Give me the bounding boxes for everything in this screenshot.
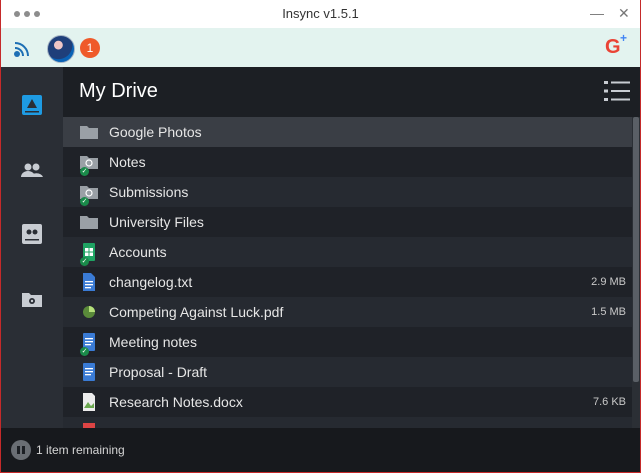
notification-badge[interactable]: 1 xyxy=(80,38,100,58)
image-file-icon xyxy=(83,393,95,411)
shared-drive-icon[interactable] xyxy=(20,222,44,246)
status-bar: 1 item remaining xyxy=(1,428,640,472)
file-row-partial[interactable] xyxy=(63,417,632,428)
file-row[interactable]: Research Notes.docx 7.6 KB xyxy=(63,387,632,417)
file-size: 7.6 KB xyxy=(592,396,626,408)
scrollbar[interactable] xyxy=(632,117,640,428)
file-row[interactable]: University Files xyxy=(63,207,632,237)
file-size: 2.9 MB xyxy=(591,276,626,288)
sync-status-icon[interactable] xyxy=(12,39,32,59)
file-name: University Files xyxy=(109,214,204,230)
sync-status-text: 1 item remaining xyxy=(36,443,125,457)
toolbar: 1 G + xyxy=(1,28,640,68)
file-row[interactable]: Proposal - Draft xyxy=(63,357,632,387)
window-title: Insync v1.5.1 xyxy=(282,6,359,21)
file-name: Research Notes.docx xyxy=(109,394,243,410)
file-row[interactable]: ✓ Notes xyxy=(63,147,632,177)
doc-file-icon xyxy=(83,273,95,291)
file-name: Competing Against Luck.pdf xyxy=(109,304,284,320)
folder-icon xyxy=(80,216,98,229)
list-view-icon[interactable] xyxy=(604,80,630,102)
folder-gear-icon[interactable] xyxy=(20,287,44,311)
sidebar xyxy=(1,67,63,428)
file-name: Accounts xyxy=(109,244,167,260)
app-window: Insync v1.5.1 — ✕ 1 G + My Drive Google … xyxy=(1,0,640,472)
file-size: 1.5 MB xyxy=(591,306,626,318)
content-header: My Drive xyxy=(63,67,640,117)
title-bar: Insync v1.5.1 — ✕ xyxy=(1,0,640,28)
google-plus-icon[interactable]: G + xyxy=(605,31,627,59)
file-row[interactable]: ✓ Submissions xyxy=(63,177,632,207)
page-title: My Drive xyxy=(79,80,158,102)
plus-label: + xyxy=(620,31,628,45)
file-name: Meeting notes xyxy=(109,334,197,350)
file-list: Google Photos ✓ Notes ✓ Submissions Univ… xyxy=(63,117,632,428)
pause-icon[interactable] xyxy=(11,440,31,460)
file-row[interactable]: ✓ Meeting notes xyxy=(63,327,632,357)
sync-check-icon: ✓ xyxy=(80,257,89,266)
file-row[interactable]: changelog.txt 2.9 MB xyxy=(63,267,632,297)
docs-icon xyxy=(83,363,95,381)
scroll-thumb[interactable] xyxy=(633,117,639,382)
file-name: Proposal - Draft xyxy=(109,364,208,380)
minimize-icon[interactable]: — xyxy=(590,5,604,21)
file-name: Google Photos xyxy=(109,124,202,140)
file-name: Submissions xyxy=(109,184,189,200)
file-row[interactable]: ✓ Accounts xyxy=(63,237,632,267)
file-name: changelog.txt xyxy=(109,274,193,290)
sync-check-icon: ✓ xyxy=(80,167,89,176)
sync-check-icon: ✓ xyxy=(80,197,89,206)
avatar[interactable] xyxy=(47,35,75,63)
file-name: Notes xyxy=(109,154,146,170)
file-row[interactable]: Competing Against Luck.pdf 1.5 MB xyxy=(63,297,632,327)
close-icon[interactable]: ✕ xyxy=(618,5,630,22)
folder-icon xyxy=(80,126,98,139)
people-icon[interactable] xyxy=(20,158,44,182)
file-row[interactable]: Google Photos xyxy=(63,117,632,147)
drive-icon[interactable] xyxy=(20,93,44,117)
sync-check-icon: ✓ xyxy=(80,347,89,356)
google-g-label: G xyxy=(605,36,621,58)
progress-pie-icon xyxy=(83,306,95,318)
